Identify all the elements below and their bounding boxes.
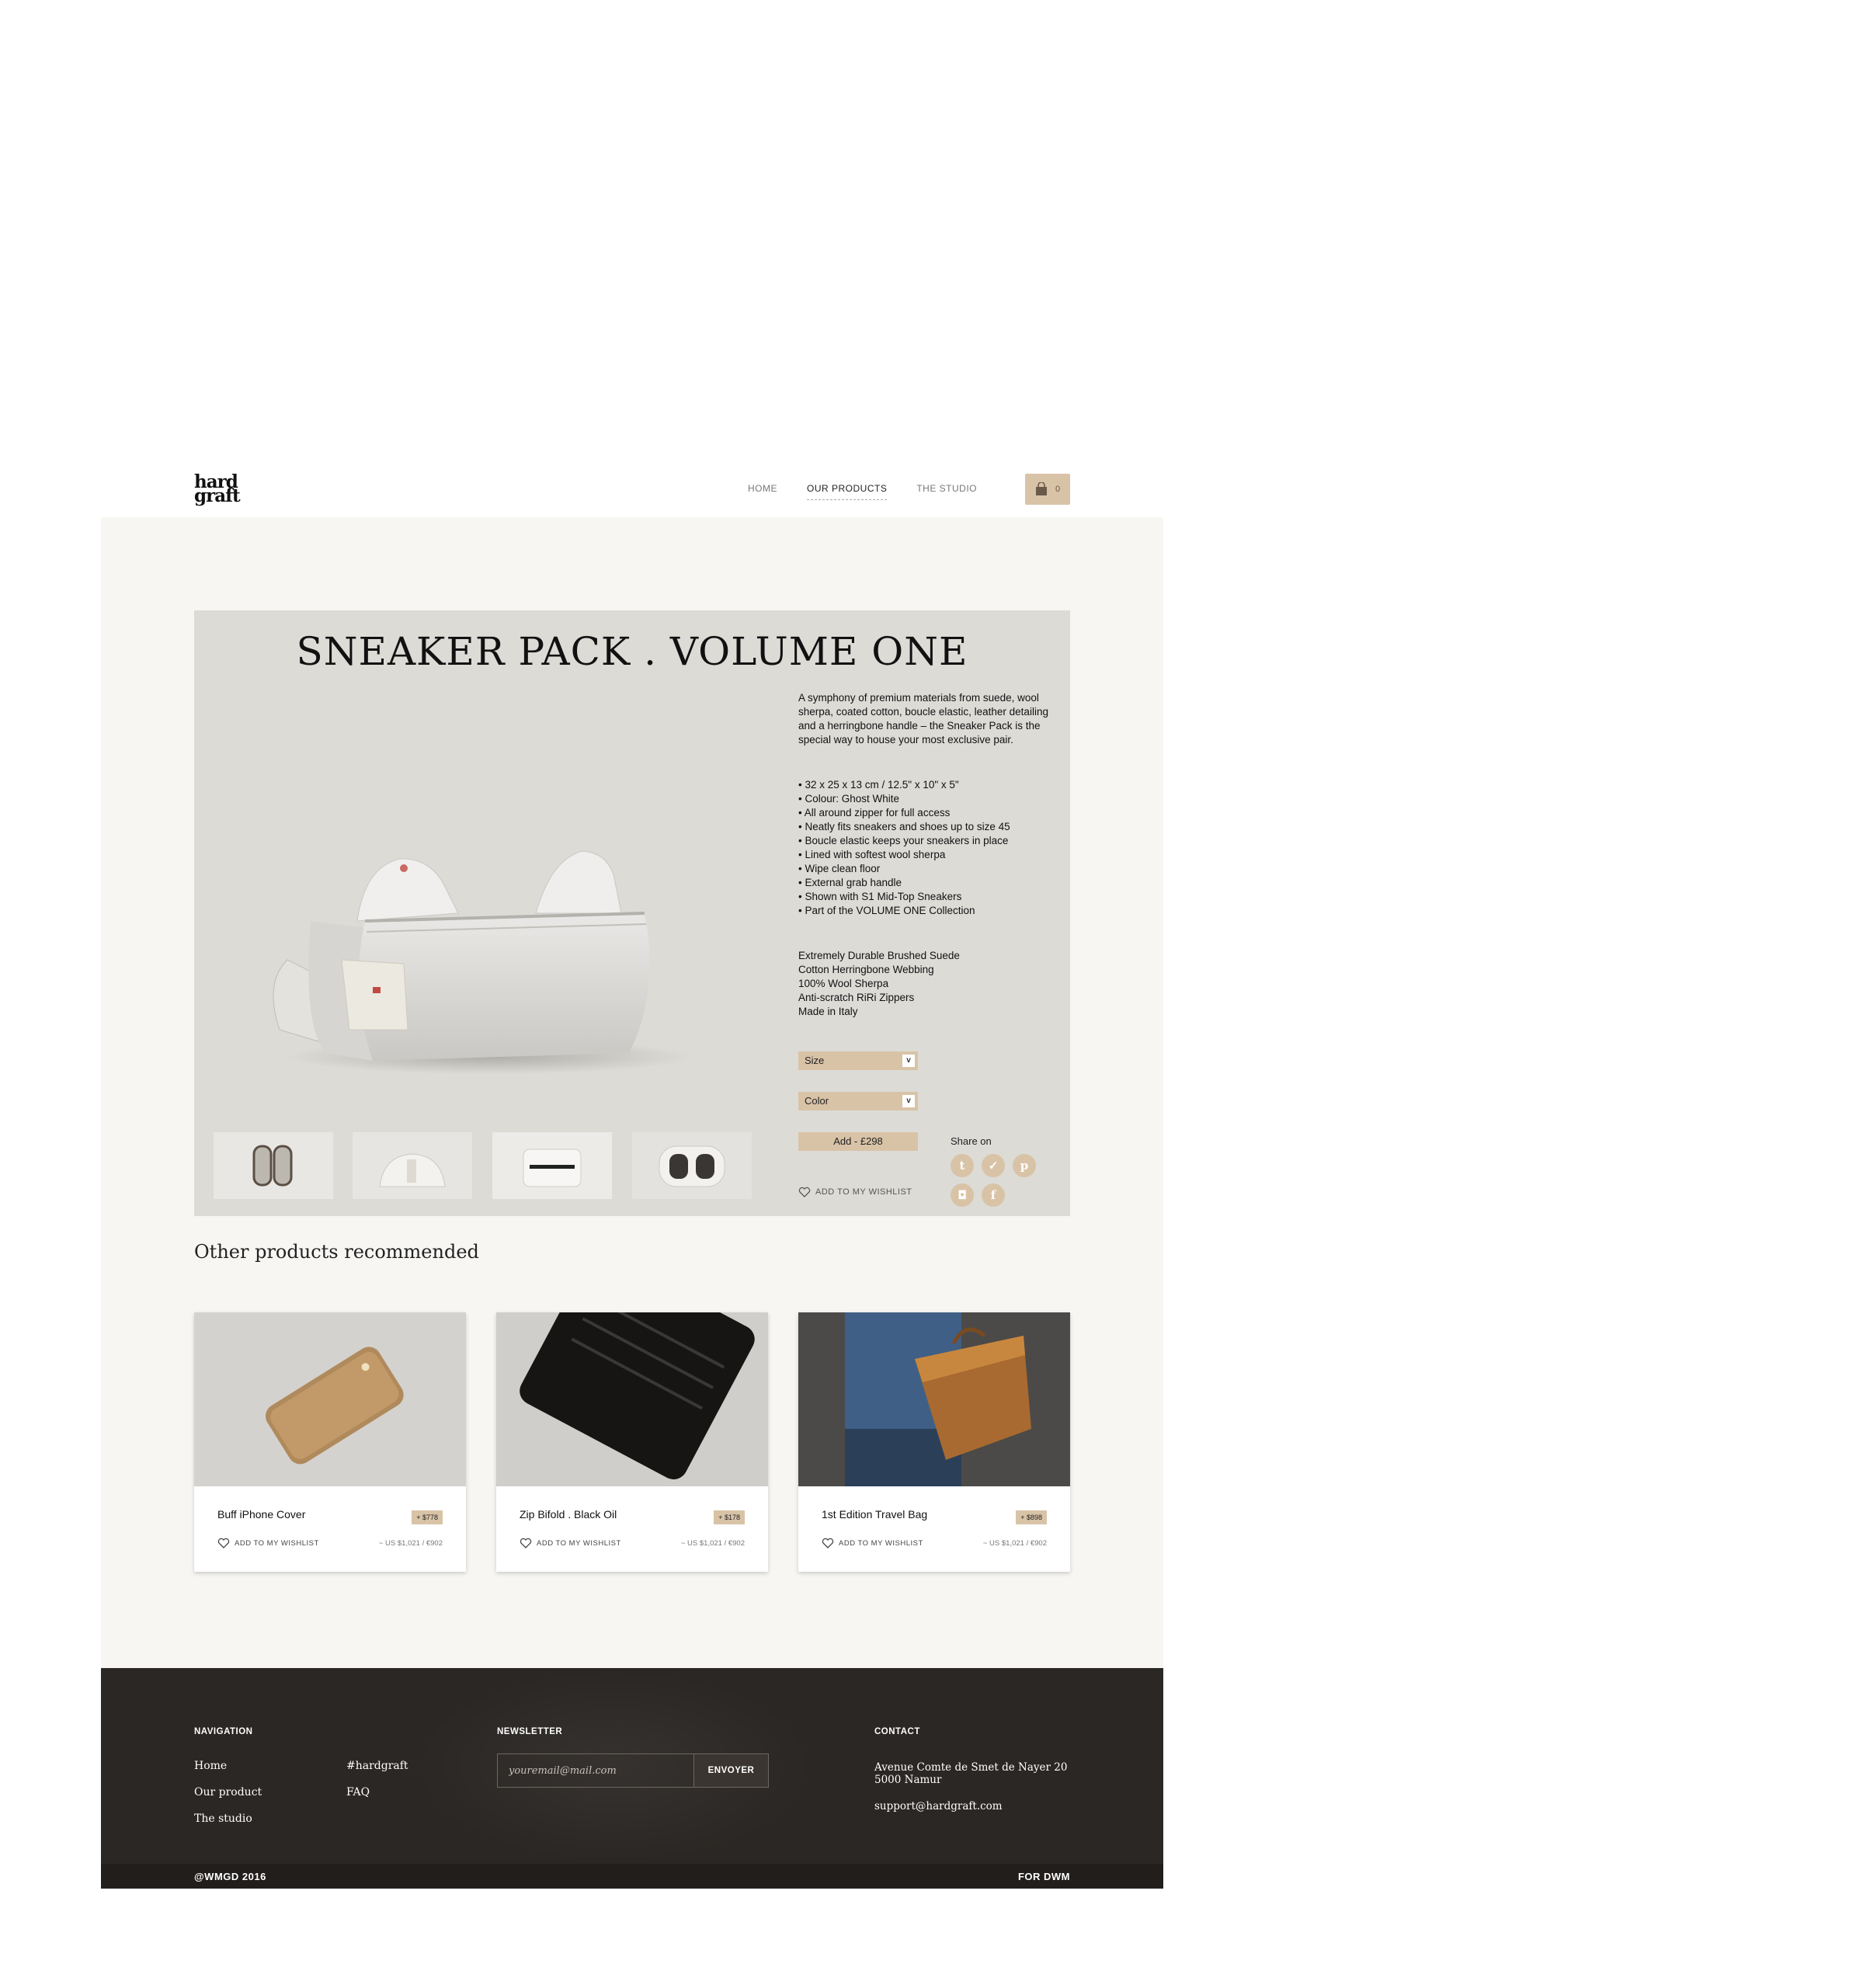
wishlist-label: ADD TO MY WISHLIST — [839, 1538, 923, 1548]
product-description: A symphony of premium materials from sue… — [798, 692, 1048, 746]
heart-icon — [217, 1538, 230, 1548]
spec-item: • Shown with S1 Mid-Top Sneakers — [798, 891, 962, 902]
footer-address-line-2: 5000 Namur — [874, 1774, 942, 1786]
recommended-title: Other products recommended — [194, 1241, 479, 1263]
wishlist-label: ADD TO MY WISHLIST — [815, 1187, 912, 1197]
spec-item: • 32 x 25 x 13 cm / 12.5" x 10" x 5" — [798, 779, 959, 791]
page-frame: hard graft HOME OUR PRODUCTS THE STUDIO … — [101, 460, 1163, 1889]
product-thumbnail-3[interactable] — [492, 1132, 612, 1199]
wishlist-link[interactable]: ADD TO MY WISHLIST — [798, 1187, 912, 1197]
product-card[interactable]: Zip Bifold . Black Oil + $178 ADD TO MY … — [496, 1312, 768, 1572]
wishlist-label: ADD TO MY WISHLIST — [235, 1538, 319, 1548]
footer-link-faq[interactable]: FAQ — [346, 1786, 370, 1799]
product-card-name[interactable]: Zip Bifold . Black Oil — [520, 1508, 617, 1521]
copyright-text: @WMGD 2016 — [194, 1871, 266, 1882]
spec-item: • Wipe clean floor — [798, 863, 881, 874]
product-card[interactable]: Buff iPhone Cover + $778 ADD TO MY WISHL… — [194, 1312, 466, 1572]
material-item: Made in Italy — [798, 1006, 858, 1017]
site-header: hard graft HOME OUR PRODUCTS THE STUDIO … — [101, 460, 1163, 517]
footer-link-home[interactable]: Home — [194, 1760, 227, 1772]
shopping-bag-icon — [1035, 482, 1047, 495]
wishlist-link[interactable]: ADD TO MY WISHLIST — [217, 1538, 319, 1548]
footer-newsletter-heading: NEWSLETTER — [497, 1727, 563, 1736]
heart-icon — [798, 1187, 811, 1197]
pinterest-icon[interactable]: p — [1013, 1154, 1036, 1177]
wishlist-label: ADD TO MY WISHLIST — [537, 1538, 621, 1548]
credit-text: FOR DWM — [1017, 1871, 1070, 1882]
spec-item: • Neatly fits sneakers and shoes up to s… — [798, 821, 1010, 832]
material-item: Cotton Herringbone Webbing — [798, 964, 934, 975]
wishlist-link[interactable]: ADD TO MY WISHLIST — [822, 1538, 923, 1548]
product-details: A symphony of premium materials from sue… — [798, 691, 1062, 1019]
spec-item: • External grab handle — [798, 877, 902, 888]
product-card-image[interactable] — [194, 1312, 466, 1486]
product-title: SNEAKER PACK . VOLUME ONE — [296, 629, 968, 674]
footer-navigation-heading: NAVIGATION — [194, 1727, 253, 1736]
chevron-down-icon: v — [902, 1055, 915, 1067]
heart-icon — [822, 1538, 834, 1548]
material-item: Extremely Durable Brushed Suede — [798, 950, 960, 961]
color-select-label: Color — [805, 1095, 829, 1107]
footer-link-hardgraft[interactable]: #hardgraft — [346, 1760, 408, 1772]
cart-button[interactable]: 0 — [1025, 474, 1070, 505]
chevron-down-icon: v — [902, 1095, 915, 1107]
instagram-icon[interactable]: ◘ — [951, 1183, 974, 1207]
product-card-image[interactable] — [496, 1312, 768, 1486]
newsletter-email-input[interactable] — [498, 1754, 693, 1787]
price-conversion: ~ US $1,021 / €902 — [982, 1539, 1047, 1548]
footer-contact-heading: CONTACT — [874, 1727, 920, 1736]
main-content: SNEAKER PACK . VOLUME ONE A symphony of … — [101, 517, 1163, 1668]
footer-address-line-1: Avenue Comte de Smet de Nayer 20 — [874, 1761, 1068, 1774]
size-select-label: Size — [805, 1055, 825, 1066]
footer-link-our-product[interactable]: Our product — [194, 1786, 262, 1799]
product-card[interactable]: 1st Edition Travel Bag + $898 ADD TO MY … — [798, 1312, 1070, 1572]
product-card-image[interactable] — [798, 1312, 1070, 1486]
footer-link-the-studio[interactable]: The studio — [194, 1812, 252, 1825]
twitter-icon[interactable]: ✓ — [982, 1154, 1005, 1177]
size-select[interactable]: Size v — [798, 1051, 918, 1070]
spec-item: • Lined with softest wool sherpa — [798, 849, 946, 860]
material-item: 100% Wool Sherpa — [798, 978, 889, 989]
product-thumbnail-1[interactable] — [214, 1132, 333, 1199]
price-badge: + $778 — [412, 1510, 443, 1524]
price-conversion: ~ US $1,021 / €902 — [680, 1539, 745, 1548]
logo-line-2: graft — [194, 485, 241, 506]
price-badge: + $898 — [1016, 1510, 1047, 1524]
footer-email-link[interactable]: support@hardgraft.com — [874, 1800, 1003, 1812]
spec-item: • Part of the VOLUME ONE Collection — [798, 905, 975, 916]
newsletter-form: ENVOYER — [497, 1753, 769, 1788]
nav-our-products[interactable]: OUR PRODUCTS — [806, 483, 888, 500]
footer-bottom-bar: @WMGD 2016 FOR DWM — [101, 1864, 1163, 1889]
logo[interactable]: hard graft — [194, 473, 241, 506]
add-to-cart-button[interactable]: Add - £298 — [798, 1132, 918, 1151]
tumblr-icon[interactable]: t — [951, 1154, 974, 1177]
color-select[interactable]: Color v — [798, 1092, 918, 1110]
price-conversion: ~ US $1,021 / €902 — [378, 1539, 443, 1548]
site-footer: NAVIGATION Home Our product The studio #… — [101, 1668, 1163, 1864]
nav-home[interactable]: HOME — [748, 483, 777, 494]
nav-the-studio[interactable]: THE STUDIO — [916, 483, 977, 494]
share-label: Share on — [951, 1135, 992, 1147]
product-card-name[interactable]: 1st Edition Travel Bag — [822, 1508, 927, 1521]
product-specs: • 32 x 25 x 13 cm / 12.5" x 10" x 5" • C… — [798, 778, 1062, 918]
facebook-icon[interactable]: f — [982, 1183, 1005, 1207]
product-materials: Extremely Durable Brushed Suede Cotton H… — [798, 949, 1062, 1019]
spec-item: • All around zipper for full access — [798, 807, 951, 818]
spec-item: • Colour: Ghost White — [798, 793, 900, 805]
newsletter-submit-button[interactable]: ENVOYER — [693, 1754, 768, 1787]
product-thumbnail-2[interactable] — [353, 1132, 472, 1199]
material-item: Anti-scratch RiRi Zippers — [798, 992, 915, 1003]
cart-count: 0 — [1055, 485, 1061, 494]
product-hero-image — [256, 797, 691, 1076]
price-badge: + $178 — [714, 1510, 745, 1524]
main-nav: HOME OUR PRODUCTS THE STUDIO — [748, 483, 977, 500]
product-card-name[interactable]: Buff iPhone Cover — [217, 1508, 305, 1521]
wishlist-link[interactable]: ADD TO MY WISHLIST — [520, 1538, 621, 1548]
heart-icon — [520, 1538, 532, 1548]
product-panel: SNEAKER PACK . VOLUME ONE A symphony of … — [194, 610, 1070, 1216]
spec-item: • Boucle elastic keeps your sneakers in … — [798, 835, 1009, 846]
product-thumbnail-4[interactable] — [632, 1132, 752, 1199]
